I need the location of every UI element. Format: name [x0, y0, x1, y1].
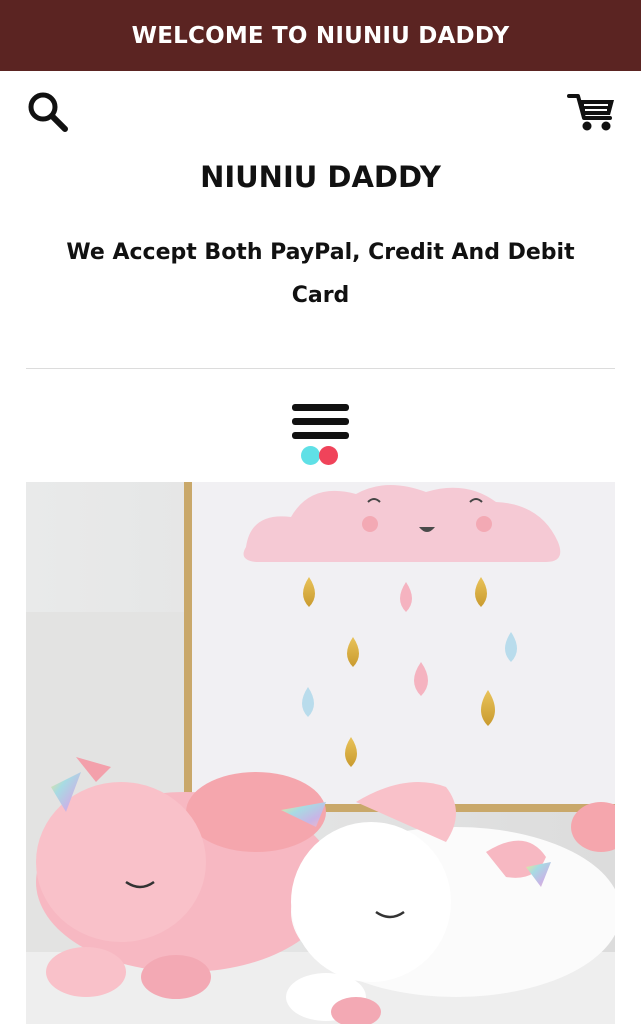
cart-button[interactable] — [566, 88, 618, 134]
announcement-bar: WELCOME TO NIUNIU DADDY — [0, 0, 641, 71]
shop-title[interactable]: NIUNIU DADDY — [0, 160, 641, 194]
menu-bar-top — [292, 404, 349, 411]
header-divider — [26, 368, 615, 369]
red-dot — [319, 446, 338, 465]
hero-image[interactable] — [26, 482, 615, 1024]
search-icon — [28, 92, 68, 132]
cyan-dot — [301, 446, 320, 465]
announcement-text: WELCOME TO NIUNIU DADDY — [131, 22, 510, 49]
menu-bar-middle — [292, 418, 349, 425]
menu-bar-bottom — [292, 432, 349, 439]
search-button[interactable] — [24, 88, 72, 136]
menu-button[interactable] — [288, 400, 354, 468]
unicorn-plush-picture — [26, 482, 615, 1024]
cart-icon — [567, 94, 614, 131]
payment-tagline: We Accept Both PayPal, Credit And Debit … — [66, 240, 575, 308]
